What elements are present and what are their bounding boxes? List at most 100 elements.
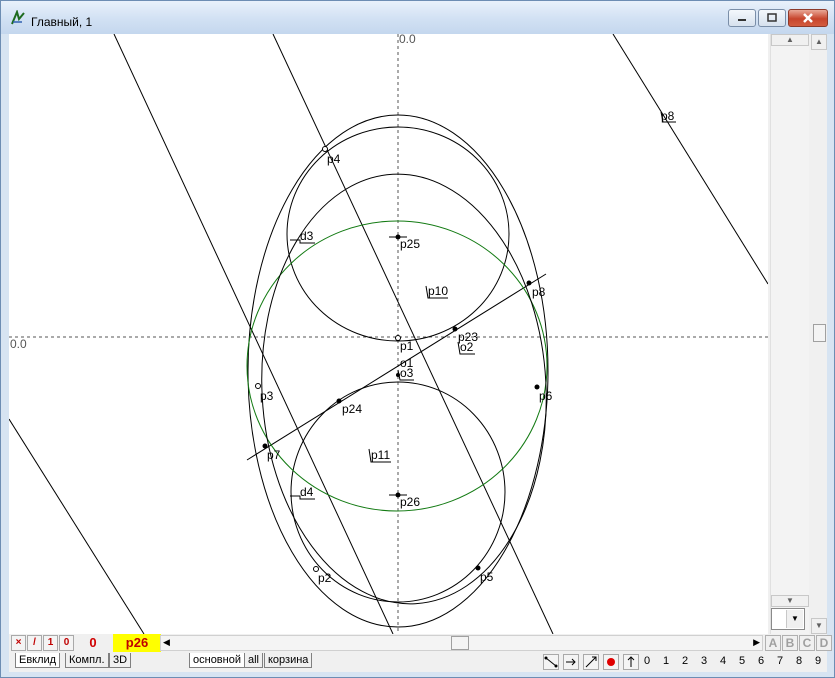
triangle-down-icon: ▼ — [786, 596, 794, 605]
digit-5[interactable]: 5 — [735, 655, 749, 669]
line-1[interactable] — [113, 34, 394, 634]
label-o3: o3 — [397, 366, 414, 381]
arrow-up-icon: ▲ — [815, 37, 823, 46]
label-d3: d3 — [290, 229, 315, 244]
tab-main[interactable]: основной — [189, 653, 245, 668]
point-p4[interactable] — [322, 146, 328, 152]
svg-text:p2: p2 — [318, 571, 332, 585]
label-p25: p25 — [400, 237, 420, 251]
svg-text:p4: p4 — [327, 152, 341, 166]
arrow-right-icon[interactable]: ▶ — [753, 637, 760, 648]
scroll-down-button[interactable]: ▼ — [771, 595, 809, 607]
svg-text:p24: p24 — [342, 402, 362, 416]
window-title: Главный, 1 — [31, 15, 93, 29]
point-p3[interactable] — [255, 383, 261, 389]
line-4[interactable] — [9, 418, 145, 634]
digit-1[interactable]: 1 — [659, 655, 673, 669]
close-button[interactable] — [788, 9, 828, 27]
arrow-tool[interactable] — [563, 654, 579, 670]
status-bar: × / 1 0 0 p26 ◀ ▶ A B C D — [9, 634, 832, 652]
right-panel: ▲ ▼ ▲ ▼ ▼ — [768, 34, 827, 634]
arrow-right-tool-icon — [566, 658, 576, 666]
svg-text:p10: p10 — [428, 284, 448, 298]
arrow-left-icon[interactable]: ◀ — [163, 637, 170, 648]
svg-text:p3: p3 — [260, 389, 274, 403]
minimize-icon — [738, 19, 746, 21]
chevron-down-icon[interactable]: ▼ — [786, 610, 803, 628]
one-button[interactable]: 1 — [43, 635, 58, 651]
horizontal-scroll-thumb[interactable] — [451, 636, 469, 650]
svg-text:o3: o3 — [400, 366, 414, 380]
digit-9[interactable]: 9 — [811, 655, 825, 669]
arrow-down-icon: ▼ — [815, 621, 823, 630]
up-tool[interactable] — [623, 654, 639, 670]
svg-text:p11: p11 — [371, 448, 390, 462]
tab-trash[interactable]: корзина — [264, 653, 313, 668]
segment-tool[interactable] — [543, 654, 559, 670]
letter-b-button[interactable]: B — [782, 635, 798, 651]
svg-text:p8: p8 — [532, 285, 546, 299]
minimize-button[interactable] — [728, 9, 756, 27]
slash-button[interactable]: / — [27, 635, 42, 651]
letter-a-button[interactable]: A — [765, 635, 781, 651]
layer-combo[interactable]: ▼ — [771, 608, 805, 630]
vscroll-down-arrow[interactable]: ▼ — [811, 618, 827, 634]
digit-0[interactable]: 0 — [640, 655, 654, 669]
title-bar[interactable]: Главный, 1 — [1, 1, 834, 34]
active-point-field[interactable]: p26 — [113, 634, 161, 652]
label-p11: p11 — [368, 448, 391, 463]
vscroll-up-arrow[interactable]: ▲ — [811, 34, 827, 50]
tab-all[interactable]: all — [244, 653, 264, 668]
label-p24: p24 — [342, 402, 362, 416]
line-2[interactable] — [272, 34, 554, 634]
label-o2: o2 — [457, 340, 475, 355]
diagonal-arrow-icon — [585, 656, 597, 668]
label-p6: p6 — [539, 389, 553, 403]
digit-6[interactable]: 6 — [754, 655, 768, 669]
red-dot-icon — [607, 658, 615, 666]
dot-tool[interactable] — [603, 654, 619, 670]
digit-7[interactable]: 7 — [773, 655, 787, 669]
label-p2: p2 — [318, 571, 332, 585]
tab-3d[interactable]: 3D — [109, 653, 132, 668]
svg-text:p5: p5 — [480, 570, 494, 584]
point-p23[interactable] — [452, 326, 458, 332]
svg-text:p1: p1 — [400, 339, 414, 353]
delete-button[interactable]: × — [11, 635, 26, 651]
digit-3[interactable]: 3 — [697, 655, 711, 669]
digit-2[interactable]: 2 — [678, 655, 692, 669]
secant-line[interactable] — [246, 273, 547, 461]
layer-count: 0 — [76, 634, 110, 652]
line-3[interactable] — [612, 34, 768, 285]
geometry-drawing[interactable]: 0.0 0.0 p4 d3 p25 p10 p8 p8 p23 o2 p1 o1… — [9, 34, 768, 634]
vertical-scrollbar-left[interactable]: ▲ ▼ — [770, 34, 809, 634]
svg-text:p26: p26 — [400, 495, 420, 509]
digit-8[interactable]: 8 — [792, 655, 806, 669]
label-p4: p4 — [327, 152, 341, 166]
y-axis-label: 0.0 — [399, 34, 416, 46]
zero-button[interactable]: 0 — [59, 635, 74, 651]
close-icon — [803, 13, 813, 23]
svg-text:p7: p7 — [267, 448, 281, 462]
svg-text:d4: d4 — [300, 485, 314, 499]
point-p24[interactable] — [336, 398, 342, 404]
svg-text:p6: p6 — [539, 389, 553, 403]
maximize-button[interactable] — [758, 9, 786, 27]
vertical-scroll-thumb[interactable] — [813, 324, 826, 342]
label-p3: p3 — [260, 389, 274, 403]
svg-text:p25: p25 — [400, 237, 420, 251]
scroll-up-button[interactable]: ▲ — [771, 34, 809, 46]
letter-d-button[interactable]: D — [816, 635, 832, 651]
tab-complex[interactable]: Компл. — [65, 653, 109, 668]
arrow-up-tool-icon — [627, 656, 635, 667]
label-p26: p26 — [400, 495, 420, 509]
digit-4[interactable]: 4 — [716, 655, 730, 669]
drawing-canvas[interactable]: 0.0 0.0 p4 d3 p25 p10 p8 p8 p23 o2 p1 o1… — [9, 34, 768, 634]
label-p8b: p8 — [532, 285, 546, 299]
line-tool[interactable] — [583, 654, 599, 670]
tab-euclid[interactable]: Евклид — [15, 653, 61, 668]
point-p8b[interactable] — [526, 280, 532, 286]
label-d4: d4 — [290, 485, 315, 500]
letter-c-button[interactable]: C — [799, 635, 815, 651]
horizontal-scrollbar[interactable]: ◀ ▶ — [160, 635, 763, 651]
